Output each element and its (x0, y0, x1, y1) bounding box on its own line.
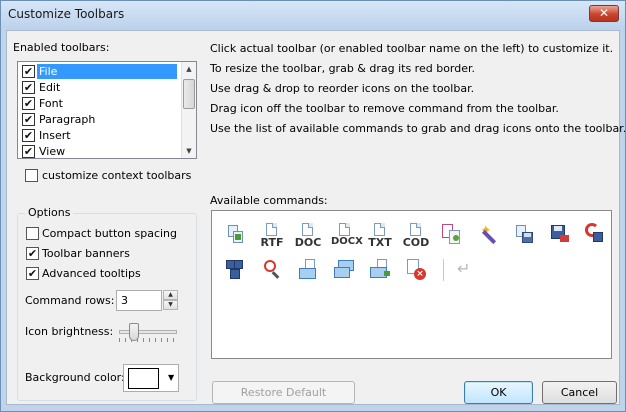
background-color-picker[interactable]: ▼ (123, 364, 179, 392)
command-rows-stepper[interactable]: ▲ ▼ (163, 290, 178, 311)
command-rows-input[interactable]: 3 (116, 290, 162, 311)
color-swatch (128, 368, 159, 389)
txt-label: TXT (368, 236, 392, 249)
magic-wand-icon[interactable]: ✦ (479, 223, 499, 245)
txt-doc-icon[interactable]: TXT (368, 223, 392, 249)
slider-ticks (119, 338, 179, 342)
docx-label: DOCX (331, 236, 363, 247)
context-toolbars-label: customize context toolbars (42, 169, 192, 182)
toolbar-item-label: Font (39, 97, 63, 110)
toolbar-item-label: Edit (39, 81, 61, 94)
instruction-line: Click actual toolbar (or enabled toolbar… (210, 42, 614, 55)
save-icon[interactable] (550, 223, 570, 245)
slider-thumb[interactable] (129, 323, 139, 341)
checkbox-icon[interactable] (26, 227, 39, 240)
toolbar-item-label: View (39, 145, 66, 158)
checkbox-icon[interactable]: ✔ (22, 113, 35, 126)
checkbox-icon[interactable]: ✔ (22, 65, 35, 78)
toolbar-item-label: Paragraph (39, 113, 96, 126)
scroll-thumb[interactable] (183, 79, 195, 109)
checkbox-icon[interactable]: ✔ (22, 97, 35, 110)
options-legend: Options (25, 206, 74, 219)
enabled-toolbars-list[interactable]: ✔ File ✔ Edit ✔ Font ✔ Paragraph ✔ Inser… (17, 61, 197, 159)
checkbox-icon[interactable] (25, 169, 38, 182)
instruction-line: To resize the toolbar, grab & drag its r… (210, 62, 476, 75)
checkbox-icon[interactable]: ✔ (22, 145, 35, 158)
toolbar-item-file[interactable]: ✔ File (20, 64, 180, 80)
customize-toolbars-dialog: Customize Toolbars ✕ Enabled toolbars: ✔… (0, 0, 626, 412)
doc-icon[interactable]: DOC (295, 223, 321, 249)
email-multiple-icon[interactable] (334, 259, 354, 281)
scroll-up-icon[interactable]: ▲ (182, 62, 196, 76)
copy-format-icon[interactable] (225, 223, 245, 245)
restore-default-button[interactable]: Restore Default (212, 381, 355, 404)
rtf-label: RTF (260, 236, 284, 249)
return-arrow-icon[interactable]: ↵ (457, 259, 477, 281)
spin-up-icon[interactable]: ▲ (163, 290, 178, 300)
checkbox-icon[interactable]: ✔ (22, 81, 35, 94)
available-commands-panel[interactable]: RTF DOC DOCX TXT COD ✦ (211, 210, 612, 359)
close-doc-icon[interactable]: × (406, 259, 426, 281)
save-multiple-icon[interactable] (225, 259, 245, 281)
window-title: Customize Toolbars (8, 7, 125, 21)
dialog-body: Enabled toolbars: ✔ File ✔ Edit ✔ Font ✔… (6, 30, 626, 405)
toolbar-item-view[interactable]: ✔ View (20, 144, 180, 160)
toolbar-item-paragraph[interactable]: ✔ Paragraph (20, 112, 180, 128)
list-scrollbar[interactable]: ▲ ▼ (181, 62, 196, 158)
scroll-down-icon[interactable]: ▼ (182, 144, 196, 158)
cod-label: COD (402, 236, 430, 249)
cancel-button[interactable]: Cancel (542, 381, 617, 404)
doc-label: DOC (294, 236, 322, 249)
checkbox-icon[interactable]: ✔ (22, 129, 35, 142)
compact-spacing-label: Compact button spacing (42, 227, 177, 240)
advanced-tooltips-label: Advanced tooltips (42, 267, 141, 280)
spin-down-icon[interactable]: ▼ (163, 300, 178, 310)
title-bar[interactable]: Customize Toolbars ✕ (1, 1, 625, 29)
save-restore-icon[interactable] (584, 223, 604, 245)
icon-brightness-slider[interactable] (119, 330, 177, 334)
checkbox-icon[interactable]: ✔ (26, 267, 39, 280)
ok-button[interactable]: OK (464, 381, 533, 404)
instruction-line: Use the list of available commands to gr… (210, 122, 626, 135)
separator-icon[interactable] (443, 259, 444, 281)
command-rows-label: Command rows: (25, 294, 115, 307)
toolbar-banners-label: Toolbar banners (42, 247, 130, 260)
rtf-doc-icon[interactable]: RTF (261, 223, 284, 249)
email-doc-icon[interactable] (298, 259, 318, 281)
toolbar-item-font[interactable]: ✔ Font (20, 96, 180, 112)
checkbox-icon[interactable]: ✔ (26, 247, 39, 260)
available-commands-label: Available commands: (210, 194, 328, 207)
compare-docs-icon[interactable] (441, 223, 461, 245)
dropdown-arrow-icon[interactable]: ▼ (168, 373, 174, 382)
docx-icon[interactable]: DOCX (331, 223, 363, 247)
instruction-line: Drag icon off the toolbar to remove comm… (210, 102, 559, 115)
close-button[interactable]: ✕ (589, 5, 619, 22)
icon-brightness-label: Icon brightness: (25, 325, 114, 338)
save-all-icon[interactable] (514, 223, 534, 245)
find-icon[interactable] (262, 259, 282, 281)
toolbar-item-insert[interactable]: ✔ Insert (20, 128, 180, 144)
cod-doc-icon[interactable]: COD (403, 223, 429, 249)
toolbar-item-label: Insert (39, 129, 71, 142)
toolbar-item-edit[interactable]: ✔ Edit (20, 80, 180, 96)
background-color-label: Background color: (25, 371, 125, 384)
enabled-toolbars-label: Enabled toolbars: (13, 41, 110, 54)
toolbar-item-label: File (37, 64, 177, 79)
email-forward-icon[interactable] (370, 259, 390, 281)
instruction-line: Use drag & drop to reorder icons on the … (210, 82, 475, 95)
